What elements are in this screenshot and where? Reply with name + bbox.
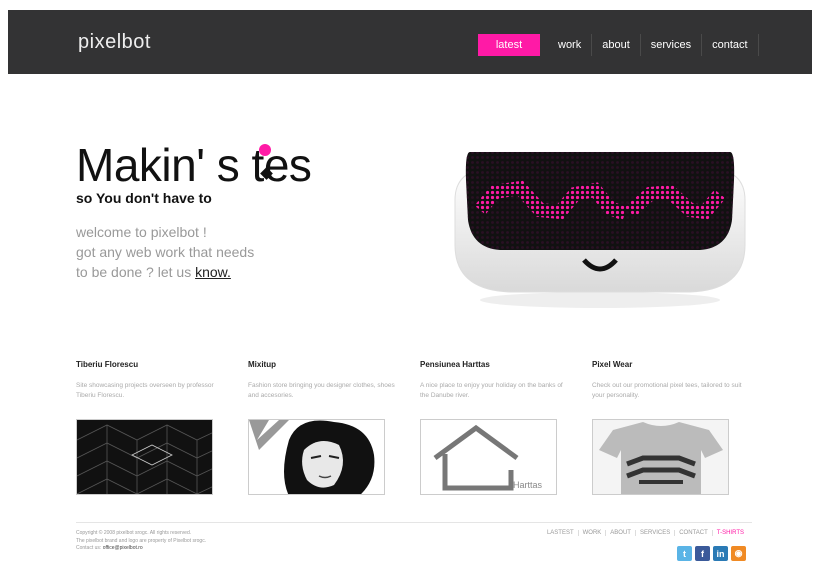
tshirt-image bbox=[599, 422, 723, 494]
contact-email-link[interactable]: office@pixelbot.ro bbox=[103, 545, 143, 551]
hero-intro: welcome to pixelbot ! got any web work t… bbox=[76, 222, 254, 282]
footer-link-work[interactable]: WORK bbox=[579, 530, 607, 536]
hero-tagline: so You don't have to bbox=[76, 190, 212, 206]
project-desc: A nice place to enjoy your holiday on th… bbox=[420, 382, 563, 399]
footer-copyright: Copyright © 2008 pixelbot srogc. All rig… bbox=[76, 530, 206, 553]
hero-headline: Makin' s tes bbox=[76, 138, 312, 192]
intro-line-2: got any web work that needs bbox=[76, 244, 255, 260]
footer-link-about[interactable]: ABOUT bbox=[606, 530, 636, 536]
intro-line-3: to be done ? let us know. bbox=[76, 262, 254, 282]
main-nav: latest work about services contact bbox=[478, 34, 759, 56]
footer-link-tshirts[interactable]: T-SHIRTS bbox=[713, 530, 748, 536]
know-link[interactable]: know. bbox=[195, 264, 231, 280]
footer-link-contact[interactable]: CONTACT bbox=[675, 530, 713, 536]
twitter-icon[interactable]: t bbox=[677, 546, 692, 561]
house-logo-image: Harttas bbox=[433, 424, 543, 491]
linkedin-icon[interactable]: in bbox=[713, 546, 728, 561]
project-desc: Site showcasing projects overseen by pro… bbox=[76, 382, 214, 399]
nav-contact[interactable]: contact bbox=[702, 34, 759, 56]
project-thumbnail[interactable] bbox=[248, 419, 385, 495]
logo[interactable]: pixelbot bbox=[78, 31, 151, 54]
nav-latest[interactable]: latest bbox=[478, 34, 540, 56]
rss-icon[interactable]: ◉ bbox=[731, 546, 746, 561]
contact-label: Contact us: bbox=[76, 545, 102, 551]
nav-about[interactable]: about bbox=[592, 34, 641, 56]
project-card[interactable]: Mixitup Fashion store bringing you desig… bbox=[248, 360, 398, 495]
copyright-line: Copyright © 2008 pixelbot srogc. All rig… bbox=[76, 530, 192, 536]
pixelbot-device-image bbox=[454, 152, 746, 308]
facebook-icon[interactable]: f bbox=[695, 546, 710, 561]
project-desc: Fashion store bringing you designer clot… bbox=[248, 382, 395, 399]
hero-headline-text: Makin' s tes bbox=[76, 139, 312, 191]
project-thumbnail[interactable] bbox=[76, 419, 213, 495]
project-card[interactable]: Tiberiu Florescu Site showcasing project… bbox=[76, 360, 226, 495]
site-header: pixelbot latest work about services cont… bbox=[8, 10, 812, 74]
footer-nav: LASTEST WORK ABOUT SERVICES CONTACT T-SH… bbox=[543, 530, 748, 536]
project-title[interactable]: Pensiunea Harttas bbox=[420, 360, 570, 369]
contact-line: Contact us: office@pixelbot.ro bbox=[76, 545, 206, 553]
fashion-portrait-image bbox=[249, 420, 375, 494]
project-desc: Check out our promotional pixel tees, ta… bbox=[592, 382, 742, 399]
project-thumbnail[interactable]: Harttas bbox=[420, 419, 557, 495]
harttas-label: Harttas bbox=[513, 480, 543, 490]
project-title[interactable]: Pixel Wear bbox=[592, 360, 742, 369]
footer-link-lastest[interactable]: LASTEST bbox=[543, 530, 579, 536]
geometric-cubes-image bbox=[77, 424, 212, 494]
intro-line-3-text: to be done ? let us bbox=[76, 264, 192, 280]
footer-link-services[interactable]: SERVICES bbox=[636, 530, 676, 536]
project-card[interactable]: Pixel Wear Check out our promotional pix… bbox=[592, 360, 742, 495]
brand-notice-line: The pixelbot brand and logo are property… bbox=[76, 537, 207, 544]
project-card[interactable]: Pensiunea Harttas A nice place to enjoy … bbox=[420, 360, 570, 495]
project-title[interactable]: Mixitup bbox=[248, 360, 398, 369]
nav-work[interactable]: work bbox=[548, 34, 593, 56]
nav-services[interactable]: services bbox=[641, 34, 703, 56]
footer-divider bbox=[76, 522, 752, 523]
logo-text: pixelbot bbox=[78, 31, 151, 53]
intro-line-1: welcome to pixelbot ! bbox=[76, 224, 207, 240]
project-title[interactable]: Tiberiu Florescu bbox=[76, 360, 226, 369]
project-thumbnail[interactable] bbox=[592, 419, 729, 495]
pink-dot-icon bbox=[259, 144, 271, 156]
social-icons: t f in ◉ bbox=[677, 546, 746, 561]
